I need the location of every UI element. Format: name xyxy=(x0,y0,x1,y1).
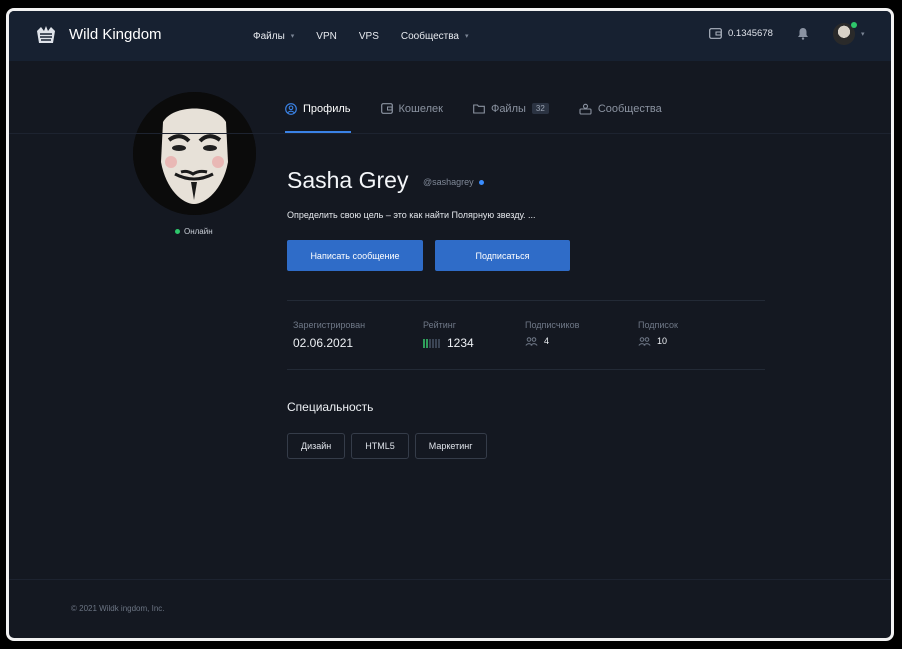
app-window: Wild Kingdom Файлы ▾ VPN VPS Сообщества … xyxy=(6,8,894,641)
stat-registered: Зарегистрирован 02.06.2021 xyxy=(293,320,366,350)
nav-vps[interactable]: VPS xyxy=(359,31,379,42)
chevron-down-icon[interactable]: ▾ xyxy=(861,30,865,38)
stats-divider-bottom xyxy=(287,369,765,370)
verified-icon xyxy=(478,179,484,185)
profile-avatar xyxy=(133,92,256,215)
nav-files[interactable]: Файлы ▾ xyxy=(253,31,294,42)
files-count-badge: 32 xyxy=(531,103,549,114)
folder-icon xyxy=(473,104,485,114)
footer-divider xyxy=(9,579,891,580)
profile-name: Sasha Grey xyxy=(287,167,409,193)
copyright-text: © 2021 Wildk ingdom, Inc. xyxy=(71,604,165,613)
rating-bar-icon xyxy=(423,338,441,348)
online-dot-icon xyxy=(175,229,180,234)
send-message-button[interactable]: Написать сообщение xyxy=(287,240,423,271)
profile-handle: @sashagrey xyxy=(423,177,484,187)
profile-bio: Определить свою цель – это как найти Пол… xyxy=(287,210,536,220)
tag-html5[interactable]: HTML5 xyxy=(351,433,409,459)
tag-design[interactable]: Дизайн xyxy=(287,433,346,459)
tab-communities[interactable]: Сообщества xyxy=(579,103,662,135)
bell-icon[interactable] xyxy=(797,27,809,40)
chevron-down-icon: ▾ xyxy=(290,33,295,40)
nav-vpn[interactable]: VPN xyxy=(316,31,337,42)
stat-rating: Рейтинг 1234 xyxy=(423,320,474,350)
crown-logo-icon[interactable] xyxy=(35,24,57,46)
tab-wallet[interactable]: Кошелек xyxy=(380,103,443,135)
nav-communities[interactable]: Сообщества ▾ xyxy=(401,31,469,42)
specialty-title: Специальность xyxy=(287,400,374,414)
specialty-tags: Дизайн HTML5 Маркетинг xyxy=(287,433,493,459)
brand-name[interactable]: Wild Kingdom xyxy=(69,26,162,43)
profile-tabs: Профиль Кошелек Файлы 32 Сообщества xyxy=(285,103,692,135)
stats-divider-top xyxy=(287,300,765,301)
user-avatar[interactable] xyxy=(833,22,857,45)
user-circle-icon xyxy=(285,103,297,115)
stat-followers[interactable]: Подписчиков 4 xyxy=(525,320,579,346)
main-nav: Файлы ▾ VPN VPS Сообщества ▾ xyxy=(253,11,490,61)
chevron-down-icon: ▾ xyxy=(464,33,469,40)
wallet-balance[interactable]: 0.1345678 xyxy=(709,28,773,39)
mask-portrait-icon xyxy=(133,92,256,215)
tag-marketing[interactable]: Маркетинг xyxy=(414,433,487,459)
wallet-icon xyxy=(380,103,393,114)
tab-profile[interactable]: Профиль xyxy=(285,103,351,135)
stat-following[interactable]: Подписок 10 xyxy=(638,320,678,346)
community-icon xyxy=(579,103,592,115)
online-indicator xyxy=(851,22,857,28)
top-navbar: Wild Kingdom Файлы ▾ VPN VPS Сообщества … xyxy=(9,11,891,61)
wallet-icon xyxy=(709,28,722,39)
online-status: Онлайн xyxy=(175,227,213,236)
users-icon xyxy=(525,336,538,346)
users-icon xyxy=(638,336,651,346)
subscribe-button[interactable]: Подписаться xyxy=(435,240,570,271)
tab-files[interactable]: Файлы 32 xyxy=(473,103,549,135)
